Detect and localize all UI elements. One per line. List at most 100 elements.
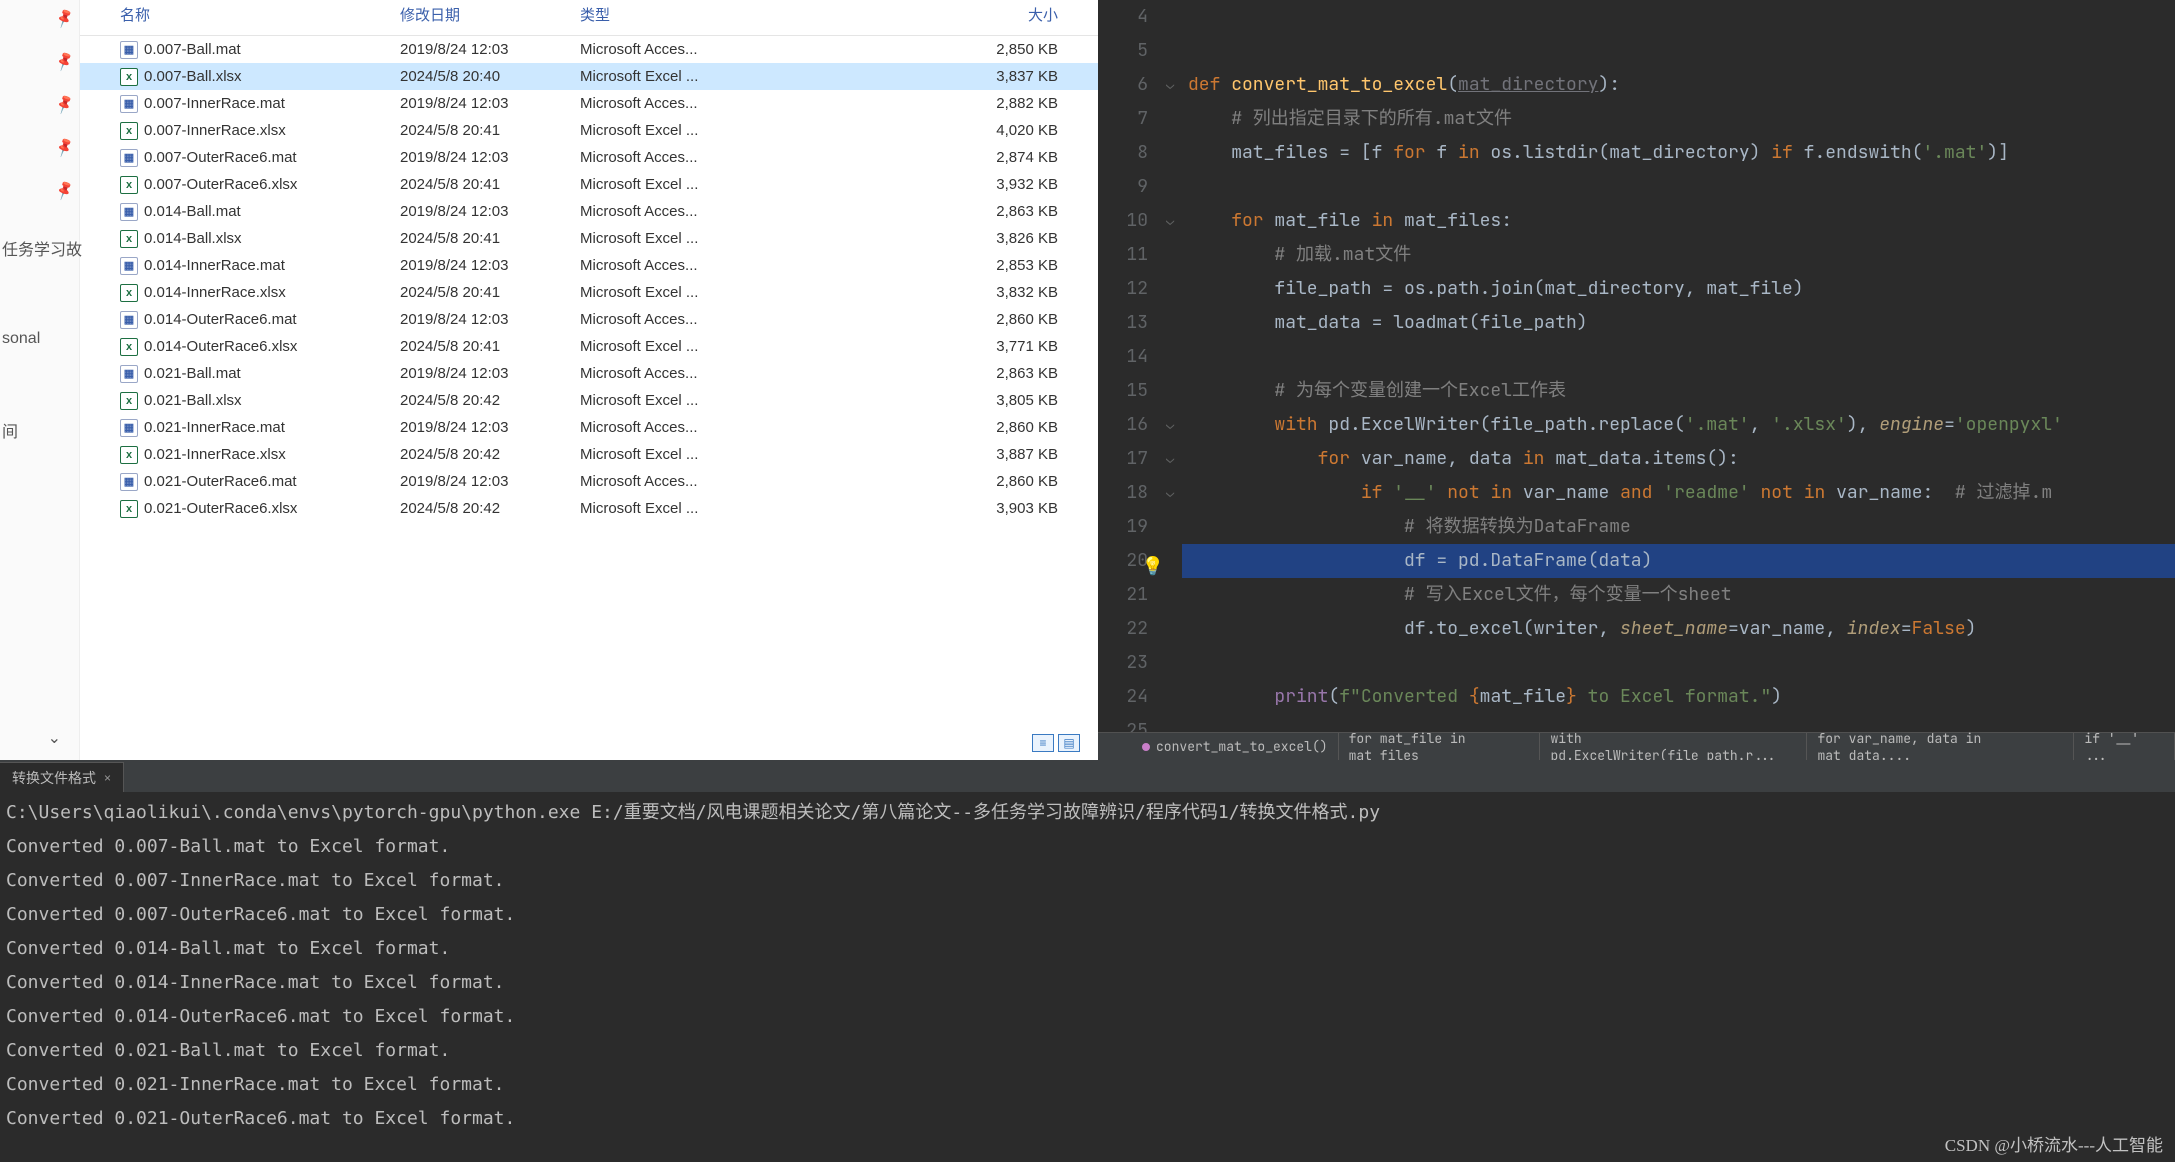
line-number: 11 [1098, 238, 1148, 272]
file-row[interactable]: ▦0.021-OuterRace6.mat2019/8/24 12:03Micr… [80, 468, 1098, 495]
code-line[interactable] [1182, 0, 2175, 34]
line-number: 6 [1098, 68, 1148, 102]
code-lines[interactable]: def convert_mat_to_excel(mat_directory):… [1182, 0, 2175, 732]
file-name: 0.007-Ball.mat [144, 41, 241, 58]
line-number: 24 [1098, 680, 1148, 714]
file-name: 0.014-Ball.mat [144, 203, 241, 220]
col-date-header[interactable]: 修改日期 [400, 0, 580, 29]
code-line[interactable]: print(f"Converted {mat_file} to Excel fo… [1182, 680, 2175, 714]
code-line[interactable]: # 为每个变量创建一个Excel工作表 [1182, 374, 2175, 408]
access-icon: ▦ [120, 41, 138, 59]
file-row[interactable]: ▦0.021-InnerRace.mat2019/8/24 12:03Micro… [80, 414, 1098, 441]
terminal-tab[interactable]: 转换文件格式 × [0, 762, 124, 792]
pin-icon[interactable]: 📌 [53, 179, 76, 202]
line-number: 5 [1098, 34, 1148, 68]
file-row[interactable]: x0.007-InnerRace.xlsx2024/5/8 20:41Micro… [80, 117, 1098, 144]
file-row[interactable]: ▦0.014-Ball.mat2019/8/24 12:03Microsoft … [80, 198, 1098, 225]
code-line[interactable]: df.to_excel(writer, sheet_name=var_name,… [1182, 612, 2175, 646]
file-row[interactable]: x0.014-Ball.xlsx2024/5/8 20:41Microsoft … [80, 225, 1098, 252]
col-type-header[interactable]: 类型 [580, 0, 740, 29]
file-row[interactable]: x0.007-OuterRace6.xlsx2024/5/8 20:41Micr… [80, 171, 1098, 198]
file-row[interactable]: x0.014-OuterRace6.xlsx2024/5/8 20:41Micr… [80, 333, 1098, 360]
file-row[interactable]: ▦0.007-Ball.mat2019/8/24 12:03Microsoft … [80, 36, 1098, 63]
file-row[interactable]: ▦0.021-Ball.mat2019/8/24 12:03Microsoft … [80, 360, 1098, 387]
file-type: Microsoft Acces... [580, 257, 740, 274]
code-line[interactable]: mat_data = loadmat(file_path) [1182, 306, 2175, 340]
file-row[interactable]: x0.014-InnerRace.xlsx2024/5/8 20:41Micro… [80, 279, 1098, 306]
file-row[interactable]: x0.007-Ball.xlsx2024/5/8 20:40Microsoft … [80, 63, 1098, 90]
access-icon: ▦ [120, 419, 138, 437]
file-type: Microsoft Acces... [580, 149, 740, 166]
file-date: 2024/5/8 20:41 [400, 176, 580, 193]
excel-icon: x [120, 68, 138, 86]
lightbulb-icon[interactable]: 💡 [1142, 550, 1164, 584]
sidebar-fragment: 间 [2, 418, 82, 442]
breadcrumb[interactable]: convert_mat_to_excel()for mat_file in ma… [1098, 732, 2175, 760]
code-line[interactable] [1182, 340, 2175, 374]
code-line[interactable]: file_path = os.path.join(mat_directory, … [1182, 272, 2175, 306]
line-number: 16 [1098, 408, 1148, 442]
breadcrumb-item[interactable]: for var_name, data in mat_data.... [1807, 733, 2074, 760]
pin-icon[interactable]: 📌 [53, 136, 76, 159]
code-line[interactable]: for mat_file in mat_files: [1182, 204, 2175, 238]
code-line[interactable]: # 加载.mat文件 [1182, 238, 2175, 272]
file-name: 0.021-Ball.mat [144, 365, 241, 382]
view-details-icon[interactable]: ▤ [1058, 734, 1080, 752]
file-row[interactable]: ▦0.007-OuterRace6.mat2019/8/24 12:03Micr… [80, 144, 1098, 171]
code-line[interactable]: if '__' not in var_name and 'readme' not… [1182, 476, 2175, 510]
fold-icon[interactable]: ⌄ [1166, 416, 1174, 434]
code-line[interactable] [1182, 646, 2175, 680]
pin-icon[interactable]: 📌 [53, 93, 76, 116]
fold-icon[interactable]: ⌄ [1166, 76, 1174, 94]
fold-icon[interactable]: ⌄ [1166, 484, 1174, 502]
pin-icon[interactable]: 📌 [53, 50, 76, 73]
fold-icon[interactable]: ⌄ [1166, 212, 1174, 230]
file-date: 2024/5/8 20:41 [400, 230, 580, 247]
file-list-header: 名称 修改日期 类型 大小 [80, 0, 1098, 36]
code-line[interactable]: # 列出指定目录下的所有.mat文件 [1182, 102, 2175, 136]
file-row[interactable]: x0.021-OuterRace6.xlsx2024/5/8 20:42Micr… [80, 495, 1098, 522]
code-line[interactable]: def convert_mat_to_excel(mat_directory): [1182, 68, 2175, 102]
col-size-header[interactable]: 大小 [740, 0, 1098, 29]
file-row[interactable]: ▦0.014-OuterRace6.mat2019/8/24 12:03Micr… [80, 306, 1098, 333]
code-line[interactable]: df = pd.DataFrame(data) [1182, 544, 2175, 578]
code-line[interactable]: # 写入Excel文件，每个变量一个sheet [1182, 578, 2175, 612]
explorer-sidebar: 📌 📌 📌 📌 📌 任务学习故 sonal 间 ⌄ [0, 0, 80, 760]
code-line[interactable]: # 将数据转换为DataFrame [1182, 510, 2175, 544]
view-list-icon[interactable]: ≡ [1032, 734, 1054, 752]
code-line[interactable]: with pd.ExcelWriter(file_path.replace('.… [1182, 408, 2175, 442]
file-date: 2024/5/8 20:41 [400, 338, 580, 355]
close-icon[interactable]: × [104, 771, 111, 785]
file-date: 2019/8/24 12:03 [400, 473, 580, 490]
file-type: Microsoft Acces... [580, 419, 740, 436]
file-name: 0.007-Ball.xlsx [144, 68, 242, 85]
breadcrumb-item[interactable]: convert_mat_to_excel() [1132, 733, 1339, 760]
code-line[interactable] [1182, 34, 2175, 68]
file-size: 2,863 KB [740, 365, 1098, 382]
breadcrumb-item[interactable]: if '__' ... [2074, 733, 2175, 760]
col-name-header[interactable]: 名称 [80, 0, 400, 29]
file-date: 2024/5/8 20:40 [400, 68, 580, 85]
file-row[interactable]: ▦0.007-InnerRace.mat2019/8/24 12:03Micro… [80, 90, 1098, 117]
chevron-down-icon[interactable]: ⌄ [48, 728, 61, 748]
fold-icon[interactable]: ⌄ [1166, 450, 1174, 468]
file-type: Microsoft Excel ... [580, 284, 740, 301]
file-name: 0.014-OuterRace6.xlsx [144, 338, 297, 355]
file-list[interactable]: ▦0.007-Ball.mat2019/8/24 12:03Microsoft … [80, 36, 1098, 760]
file-type: Microsoft Acces... [580, 473, 740, 490]
breadcrumb-item[interactable]: for mat_file in mat_files [1339, 733, 1541, 760]
file-row[interactable]: x0.021-Ball.xlsx2024/5/8 20:42Microsoft … [80, 387, 1098, 414]
line-number: 13 [1098, 306, 1148, 340]
file-row[interactable]: ▦0.014-InnerRace.mat2019/8/24 12:03Micro… [80, 252, 1098, 279]
terminal-output[interactable]: C:\Users\qiaolikui\.conda\envs\pytorch-g… [0, 792, 2175, 1162]
code-line[interactable]: mat_files = [f for f in os.listdir(mat_d… [1182, 136, 2175, 170]
file-row[interactable]: x0.021-InnerRace.xlsx2024/5/8 20:42Micro… [80, 441, 1098, 468]
pin-icon[interactable]: 📌 [53, 7, 76, 30]
code-line[interactable] [1182, 170, 2175, 204]
breadcrumb-item[interactable]: with pd.ExcelWriter(file_path.r... [1540, 733, 1807, 760]
excel-icon: x [120, 284, 138, 302]
sidebar-fragment: 任务学习故 [2, 236, 82, 260]
code-line[interactable]: for var_name, data in mat_data.items(): [1182, 442, 2175, 476]
file-date: 2024/5/8 20:42 [400, 500, 580, 517]
file-type: Microsoft Excel ... [580, 446, 740, 463]
